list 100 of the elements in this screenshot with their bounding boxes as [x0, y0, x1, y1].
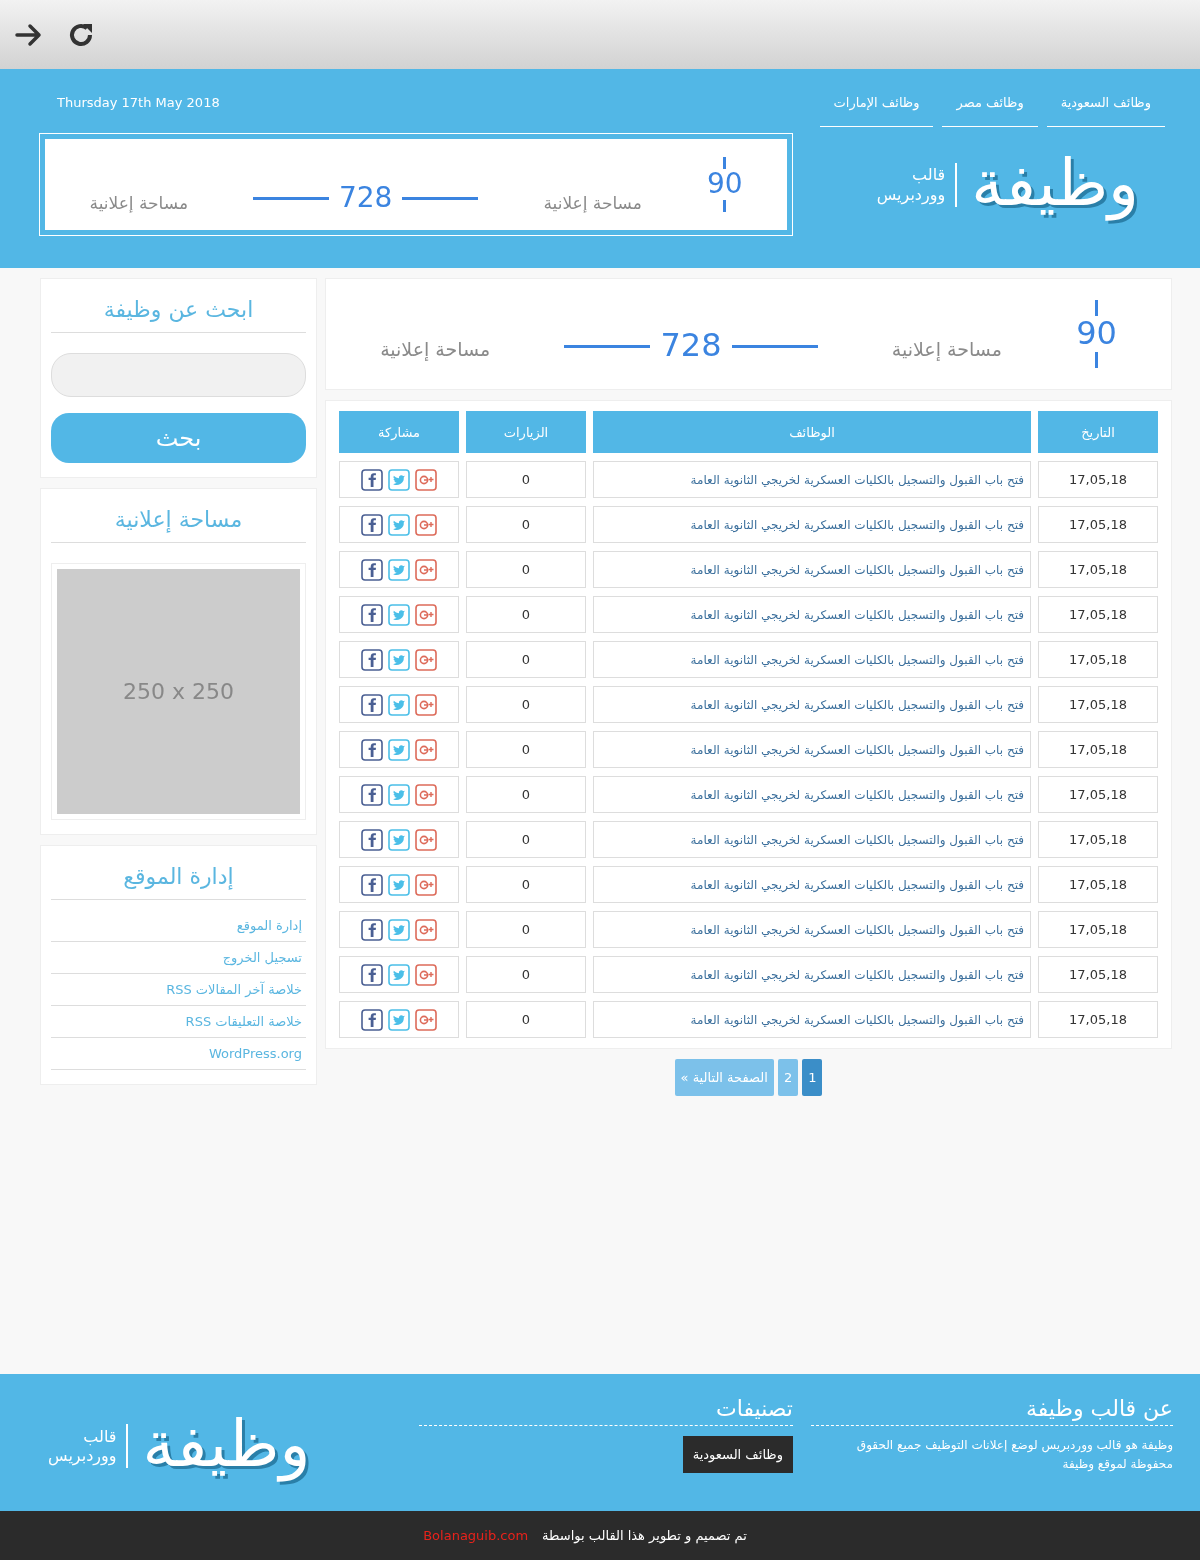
- twitter-icon[interactable]: [388, 513, 410, 536]
- date-cell: 17,05,18: [1038, 821, 1158, 858]
- widget-title: إدارة الموقع: [51, 856, 306, 900]
- google-plus-icon[interactable]: [415, 828, 437, 851]
- google-plus-icon[interactable]: [415, 738, 437, 761]
- visits-cell: 0: [466, 821, 586, 858]
- twitter-icon[interactable]: [388, 783, 410, 806]
- visits-cell: 0: [466, 731, 586, 768]
- page-button[interactable]: 2: [777, 1059, 799, 1096]
- job-link[interactable]: فتح باب القبول والتسجيل بالكليات العسكرية لخريجي الثانوية العامة: [593, 776, 1031, 813]
- facebook-icon[interactable]: [361, 1008, 383, 1031]
- google-plus-icon[interactable]: [415, 1008, 437, 1031]
- date-cell: 17,05,18: [1038, 956, 1158, 993]
- ad-label: مساحة إعلانية: [543, 192, 642, 213]
- google-plus-icon[interactable]: [415, 648, 437, 671]
- date-cell: 17,05,18: [1038, 551, 1158, 588]
- admin-link[interactable]: خلاصة التعليقات RSS: [185, 1014, 302, 1029]
- admin-link[interactable]: WordPress.org: [208, 1046, 302, 1061]
- google-plus-icon[interactable]: [415, 918, 437, 941]
- widget-title: مساحة إعلانية: [51, 499, 306, 543]
- facebook-icon[interactable]: [361, 558, 383, 581]
- date-cell: 17,05,18: [1038, 461, 1158, 498]
- job-link[interactable]: فتح باب القبول والتسجيل بالكليات العسكرية لخريجي الثانوية العامة: [593, 956, 1031, 993]
- twitter-icon[interactable]: [388, 828, 410, 851]
- visits-cell: 0: [466, 1001, 586, 1038]
- visits-cell: 0: [466, 686, 586, 723]
- facebook-icon[interactable]: [361, 963, 383, 986]
- search-button[interactable]: بحث: [51, 413, 306, 463]
- footer-title: عن قالب وظيفة: [811, 1396, 1173, 1426]
- twitter-icon[interactable]: [388, 648, 410, 671]
- facebook-icon[interactable]: [361, 648, 383, 671]
- twitter-icon[interactable]: [388, 468, 410, 491]
- twitter-icon[interactable]: [388, 918, 410, 941]
- page-button[interactable]: 1: [802, 1059, 823, 1096]
- admin-link[interactable]: خلاصة آخر المقالات RSS: [166, 982, 302, 997]
- visits-cell: 0: [466, 641, 586, 678]
- facebook-icon[interactable]: [361, 828, 383, 851]
- facebook-icon[interactable]: [361, 783, 383, 806]
- next-page-button[interactable]: الصفحة التالية »: [674, 1059, 774, 1096]
- facebook-icon[interactable]: [361, 918, 383, 941]
- job-link[interactable]: فتح باب القبول والتسجيل بالكليات العسكرية لخريجي الثانوية العامة: [593, 596, 1031, 633]
- search-field[interactable]: [51, 353, 306, 397]
- twitter-icon[interactable]: [388, 873, 410, 896]
- admin-link[interactable]: إدارة الموقع: [236, 918, 302, 933]
- google-plus-icon[interactable]: [415, 783, 437, 806]
- visits-cell: 0: [466, 866, 586, 903]
- nav-link[interactable]: وظائف مصر: [942, 91, 1038, 127]
- google-plus-icon[interactable]: [415, 693, 437, 716]
- twitter-icon[interactable]: [388, 558, 410, 581]
- logo-subtitle: ووردبريس: [876, 184, 946, 204]
- ad-size-label: 250 x 250: [123, 679, 234, 704]
- facebook-icon[interactable]: [361, 738, 383, 761]
- site-logo[interactable]: وظيفة: [967, 134, 1145, 235]
- date-cell: 17,05,18: [1038, 641, 1158, 678]
- visits-cell: 0: [466, 551, 586, 588]
- facebook-icon[interactable]: [361, 513, 383, 536]
- job-link[interactable]: فتح باب القبول والتسجيل بالكليات العسكرية لخريجي الثانوية العامة: [593, 641, 1031, 678]
- facebook-icon[interactable]: [361, 468, 383, 491]
- twitter-icon[interactable]: [388, 963, 410, 986]
- google-plus-icon[interactable]: [415, 873, 437, 896]
- google-plus-icon[interactable]: [415, 468, 437, 491]
- google-plus-icon[interactable]: [415, 558, 437, 581]
- ad-label: مساحة إعلانية: [89, 192, 188, 213]
- google-plus-icon[interactable]: [415, 513, 437, 536]
- twitter-icon[interactable]: [388, 603, 410, 626]
- job-link[interactable]: فتح باب القبول والتسجيل بالكليات العسكرية لخريجي الثانوية العامة: [593, 821, 1031, 858]
- nav-link[interactable]: وظائف الإمارات: [819, 91, 934, 127]
- current-date: Thursday 17th May 2018: [56, 94, 220, 110]
- visits-cell: 0: [466, 596, 586, 633]
- job-link[interactable]: فتح باب القبول والتسجيل بالكليات العسكرية لخريجي الثانوية العامة: [593, 911, 1031, 948]
- logo-divider: [126, 1424, 129, 1468]
- facebook-icon[interactable]: [361, 873, 383, 896]
- twitter-icon[interactable]: [388, 693, 410, 716]
- visits-cell: 0: [466, 461, 586, 498]
- credit-link[interactable]: Bolanaguib.com: [423, 1528, 529, 1543]
- facebook-icon[interactable]: [361, 603, 383, 626]
- job-link[interactable]: فتح باب القبول والتسجيل بالكليات العسكرية لخريجي الثانوية العامة: [593, 731, 1031, 768]
- google-plus-icon[interactable]: [415, 963, 437, 986]
- job-link[interactable]: فتح باب القبول والتسجيل بالكليات العسكرية لخريجي الثانوية العامة: [593, 461, 1031, 498]
- job-link[interactable]: فتح باب القبول والتسجيل بالكليات العسكرية لخريجي الثانوية العامة: [593, 551, 1031, 588]
- job-link[interactable]: فتح باب القبول والتسجيل بالكليات العسكرية لخريجي الثانوية العامة: [593, 866, 1031, 903]
- date-cell: 17,05,18: [1038, 776, 1158, 813]
- twitter-icon[interactable]: [388, 1008, 410, 1031]
- category-tag[interactable]: وظائف السعودية: [682, 1436, 793, 1473]
- job-link[interactable]: فتح باب القبول والتسجيل بالكليات العسكرية لخريجي الثانوية العامة: [593, 1001, 1031, 1038]
- date-cell: 17,05,18: [1038, 866, 1158, 903]
- column-header: التاريخ: [1038, 411, 1158, 453]
- visits-cell: 0: [466, 911, 586, 948]
- google-plus-icon[interactable]: [415, 603, 437, 626]
- twitter-icon[interactable]: [388, 738, 410, 761]
- nav-link[interactable]: وظائف السعودية: [1046, 91, 1165, 127]
- column-header: الزيارات: [466, 411, 586, 453]
- column-header: الوظائف: [593, 411, 1031, 453]
- admin-link[interactable]: تسجيل الخروج: [222, 950, 302, 965]
- job-link[interactable]: فتح باب القبول والتسجيل بالكليات العسكرية لخريجي الثانوية العامة: [593, 686, 1031, 723]
- facebook-icon[interactable]: [361, 693, 383, 716]
- ad-height: 90: [706, 169, 743, 200]
- site-logo[interactable]: وظيفة: [138, 1396, 317, 1496]
- date-cell: 17,05,18: [1038, 506, 1158, 543]
- job-link[interactable]: فتح باب القبول والتسجيل بالكليات العسكرية لخريجي الثانوية العامة: [593, 506, 1031, 543]
